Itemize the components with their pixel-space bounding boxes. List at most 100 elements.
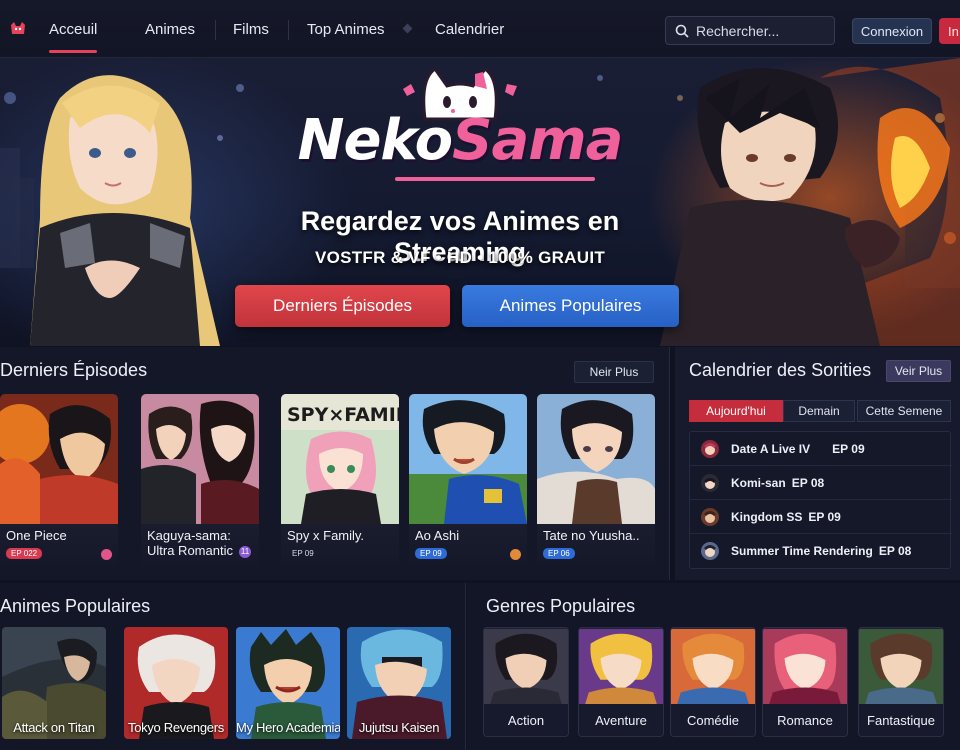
episode-thumbnail bbox=[409, 394, 527, 524]
nav-link-animes[interactable]: Animes bbox=[145, 0, 195, 58]
calendar-entry[interactable]: Summer Time Rendering EP 08 bbox=[690, 534, 952, 568]
tab-this-week[interactable]: Cette Semene bbox=[857, 400, 951, 422]
episode-thumbnail bbox=[537, 394, 655, 524]
calendar-list: Date A Live IV EP 09 Komi-san EP 08 King… bbox=[689, 431, 952, 569]
calendar-see-more-button[interactable]: Veir Plus bbox=[886, 360, 951, 382]
calendar-anime-name: Summer Time Rendering bbox=[731, 544, 873, 558]
hero-banner: NekoSama Regardez vos Animes en Streamin… bbox=[0, 58, 960, 346]
popular-animes-section: Animes Populaires Attack on Titan Tokyo … bbox=[0, 583, 466, 750]
genre-card-adventure[interactable]: Aventure bbox=[578, 627, 664, 737]
episode-badge: EP 09 bbox=[415, 548, 447, 559]
login-button[interactable]: Connexion bbox=[852, 18, 932, 44]
popular-animes-button[interactable]: Animes Populaires bbox=[462, 285, 679, 327]
calendar-anime-name: Komi-san bbox=[731, 475, 786, 490]
episode-card[interactable]: Tate no Yuusha.. EP 06 bbox=[537, 394, 655, 566]
search-box[interactable] bbox=[665, 16, 835, 45]
nav-separator bbox=[215, 20, 216, 40]
episode-title: Spy x Family. bbox=[287, 528, 365, 543]
nav-link-films[interactable]: Films bbox=[233, 0, 269, 58]
episode-status-icon bbox=[510, 549, 521, 560]
genre-card-action[interactable]: Action bbox=[483, 627, 569, 737]
hero-left-character bbox=[30, 75, 220, 346]
tab-tomorrow[interactable]: Demain bbox=[783, 400, 855, 422]
popular-anime-title: Tokyo Revengers bbox=[128, 720, 224, 735]
episode-card[interactable]: Kaguya-sama: Ultra Romantic 11 bbox=[141, 394, 259, 566]
episode-status-icon bbox=[101, 549, 112, 560]
genre-card-fantasy[interactable]: Fantastique bbox=[858, 627, 944, 737]
popular-anime-card[interactable]: Jujutsu Kaisen bbox=[347, 627, 451, 739]
signup-button[interactable]: In bbox=[939, 18, 960, 44]
genre-card-comedy[interactable]: Comédie bbox=[670, 627, 756, 737]
calendar-entry[interactable]: Kingdom SS EP 09 bbox=[690, 500, 952, 534]
genre-label: Romance bbox=[763, 704, 847, 736]
latest-episodes-section: Derniers Épisodes Neir Plus One Piece EP… bbox=[0, 347, 670, 580]
episode-thumbnail: SPY×FAMILY bbox=[281, 394, 399, 524]
popular-genres-section: Genres Populaires Action Aventure Comédi… bbox=[467, 583, 960, 750]
anime-avatar bbox=[701, 542, 719, 560]
popular-anime-title: Attack on Titan bbox=[13, 720, 95, 735]
episode-card-footer: Spy x Family. EP 09 bbox=[281, 524, 399, 566]
release-calendar-section: Calendrier des Sorities Veir Plus Aujour… bbox=[675, 347, 960, 580]
latest-see-more-button[interactable]: Neir Plus bbox=[574, 361, 654, 383]
calendar-entry[interactable]: Date A Live IV EP 09 bbox=[690, 432, 952, 466]
svg-text:SPY×FAMILY: SPY×FAMILY bbox=[287, 404, 399, 426]
popular-genres-title: Genres Populaires bbox=[486, 596, 636, 616]
episode-title-line2: Ultra Romantic bbox=[147, 543, 233, 558]
popular-animes-title: Animes Populaires bbox=[0, 596, 151, 616]
episode-thumbnail bbox=[141, 394, 259, 524]
episode-title: Ao Ashi bbox=[415, 528, 460, 543]
anime-avatar bbox=[701, 439, 719, 458]
genre-label: Fantastique bbox=[859, 704, 943, 736]
search-input[interactable] bbox=[696, 22, 826, 39]
popular-anime-card[interactable]: Attack on Titan bbox=[2, 627, 106, 739]
brand-underline bbox=[395, 177, 595, 181]
episode-card-footer: Tate no Yuusha.. EP 06 bbox=[537, 524, 655, 566]
episode-card[interactable]: One Piece EP 022 bbox=[0, 394, 118, 566]
calendar-entry[interactable]: Komi-san EP 08 bbox=[690, 466, 952, 500]
site-logo-icon[interactable] bbox=[0, 0, 36, 58]
calendar-episode: EP 09 bbox=[808, 509, 841, 524]
calendar-anime-name: Kingdom SS bbox=[731, 509, 803, 524]
hero-right-character bbox=[660, 58, 960, 346]
hero-content: NekoSama Regardez vos Animes en Streamin… bbox=[235, 58, 685, 346]
calendar-title: Calendrier des Sorities bbox=[689, 360, 872, 380]
episode-thumbnail bbox=[0, 394, 118, 524]
latest-episodes-title: Derniers Épisodes bbox=[0, 360, 148, 380]
episode-number-badge: 11 bbox=[239, 546, 251, 558]
episode-card-footer: One Piece EP 022 bbox=[0, 524, 118, 566]
episode-badge: EP 022 bbox=[6, 548, 43, 559]
brand-logo-part2: Sama bbox=[452, 108, 623, 173]
nav-link-calendar[interactable]: Calendrier bbox=[435, 0, 504, 58]
popular-anime-card[interactable]: Tokyo Revengers bbox=[124, 627, 228, 739]
anime-avatar bbox=[701, 473, 719, 492]
episode-card[interactable]: Ao Ashi EP 09 bbox=[409, 394, 527, 566]
episode-title: Tate no Yuusha.. bbox=[543, 528, 640, 543]
episode-title: Kaguya-sama: bbox=[147, 528, 231, 543]
nav-link-top-animes[interactable]: Top Animes bbox=[307, 0, 385, 58]
nav-separator bbox=[288, 20, 289, 40]
genre-label: Aventure bbox=[579, 704, 663, 736]
popular-anime-title: Jujutsu Kaisen bbox=[358, 720, 440, 735]
calendar-episode: EP 08 bbox=[878, 544, 912, 558]
hero-subline: VOSTFR & VF • HD • 100% GRAUIT bbox=[314, 248, 606, 267]
anime-avatar bbox=[701, 507, 719, 526]
episode-badge: EP 09 bbox=[292, 549, 314, 558]
episode-title: One Piece bbox=[6, 528, 67, 543]
popular-anime-card[interactable]: My Hero Academia bbox=[236, 627, 340, 739]
search-icon bbox=[675, 24, 689, 38]
nav-link-home[interactable]: Acceuil bbox=[49, 0, 98, 58]
top-navbar: Acceuil Animes Films Top Animes Calendri… bbox=[0, 0, 960, 58]
brand-logo-part1: Neko bbox=[297, 108, 454, 173]
episode-badge: EP 06 bbox=[543, 548, 575, 559]
calendar-episode: EP 09 bbox=[832, 441, 865, 456]
episode-card[interactable]: SPY×FAMILY Spy x Family. EP 09 bbox=[281, 394, 399, 566]
genre-card-romance[interactable]: Romance bbox=[762, 627, 848, 737]
episode-card-footer: Kaguya-sama: Ultra Romantic 11 bbox=[141, 524, 259, 566]
tab-today[interactable]: Aujourd'hui bbox=[689, 400, 783, 422]
latest-episodes-button[interactable]: Derniers Épisodes bbox=[235, 285, 450, 327]
brand-logo: NekoSama bbox=[285, 108, 635, 173]
popular-anime-title: My Hero Academia bbox=[236, 720, 340, 735]
calendar-anime-name: Date A Live IV bbox=[731, 441, 811, 456]
episode-card-footer: Ao Ashi EP 09 bbox=[409, 524, 527, 566]
genre-label: Comédie bbox=[671, 704, 755, 736]
